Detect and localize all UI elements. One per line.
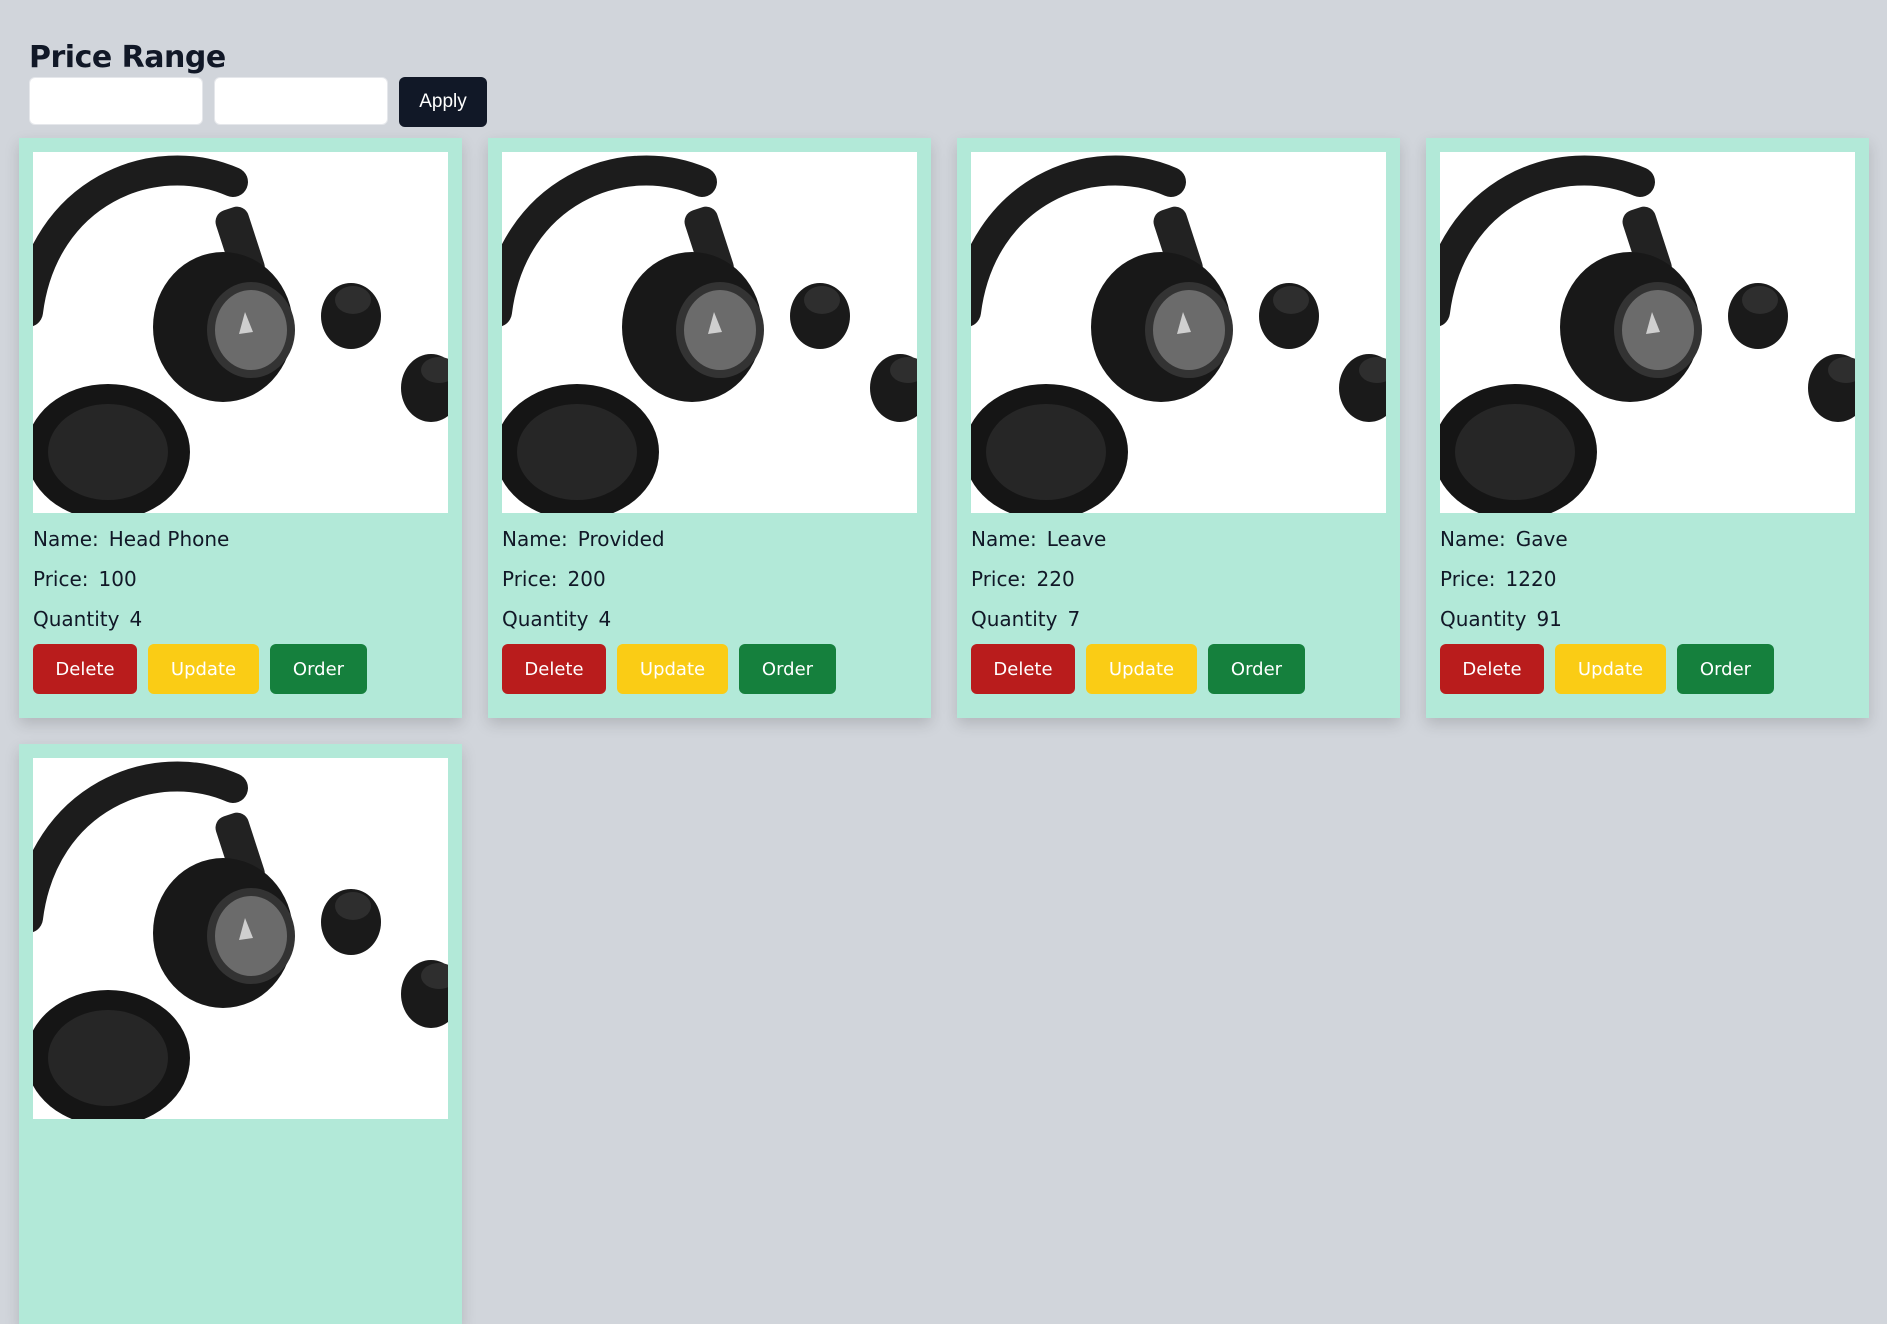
product-image	[502, 152, 917, 513]
headphones-image-icon	[1440, 155, 1855, 513]
product-price-line: Price: 200	[502, 565, 917, 593]
product-name-line: Name: Leave	[971, 525, 1386, 553]
product-card: Name: Gave Price: 1220 Quantity 91 Delete U…	[1426, 138, 1869, 718]
product-price: 100	[98, 567, 137, 591]
product-quantity: 91	[1536, 607, 1562, 631]
product-image	[971, 152, 1386, 513]
product-quantity: 4	[129, 607, 143, 631]
order-button[interactable]: Order	[270, 644, 367, 694]
price-label: Price:	[33, 567, 89, 591]
product-grid: Name: Head Phone Price: 100 Quantity 4 Dele…	[19, 138, 1869, 1324]
name-label: Name:	[971, 527, 1037, 551]
product-price: 220	[1036, 567, 1075, 591]
product-image	[33, 152, 448, 513]
card-actions: Delete Update Order	[502, 644, 917, 694]
product-price-line: Price: 1220	[1440, 565, 1855, 593]
product-image	[1440, 152, 1855, 513]
delete-button[interactable]: Delete	[502, 644, 606, 694]
name-label: Name:	[33, 527, 99, 551]
product-card: Name: Provided Price: 200 Quantity 4 Delete…	[488, 138, 931, 718]
product-name-line: Name: Head Phone	[33, 525, 448, 553]
price-filter-row: Apply	[29, 77, 487, 127]
update-button[interactable]: Update	[617, 644, 728, 694]
product-name: Gave	[1515, 527, 1568, 551]
product-name-line: Name: Gave	[1440, 525, 1855, 553]
product-name: Leave	[1046, 527, 1107, 551]
product-price: 1220	[1505, 567, 1557, 591]
product-price: 200	[567, 567, 606, 591]
order-button[interactable]: Order	[1208, 644, 1305, 694]
product-quantity-line: Quantity 7	[971, 605, 1386, 633]
update-button[interactable]: Update	[1555, 644, 1666, 694]
quantity-label: Quantity	[33, 607, 120, 631]
headphones-image-icon	[33, 155, 448, 513]
min-price-input[interactable]	[29, 77, 203, 125]
quantity-label: Quantity	[1440, 607, 1527, 631]
name-label: Name:	[502, 527, 568, 551]
price-label: Price:	[502, 567, 558, 591]
delete-button[interactable]: Delete	[971, 644, 1075, 694]
update-button[interactable]: Update	[1086, 644, 1197, 694]
delete-button[interactable]: Delete	[1440, 644, 1544, 694]
price-label: Price:	[1440, 567, 1496, 591]
card-actions: Delete Update Order	[1440, 644, 1855, 694]
update-button[interactable]: Update	[148, 644, 259, 694]
headphones-image-icon	[502, 155, 917, 513]
product-price-line: Price: 220	[971, 565, 1386, 593]
price-range-title: Price Range	[29, 40, 226, 75]
product-name: Head Phone	[108, 527, 230, 551]
product-quantity-line: Quantity 4	[502, 605, 917, 633]
name-label: Name:	[1440, 527, 1506, 551]
delete-button[interactable]: Delete	[33, 644, 137, 694]
quantity-label: Quantity	[502, 607, 589, 631]
card-actions: Delete Update Order	[33, 644, 448, 694]
product-card	[19, 744, 462, 1324]
product-price-line: Price: 100	[33, 565, 448, 593]
quantity-label: Quantity	[971, 607, 1058, 631]
headphones-image-icon	[971, 155, 1386, 513]
product-quantity-line: Quantity 4	[33, 605, 448, 633]
price-label: Price:	[971, 567, 1027, 591]
product-card: Name: Leave Price: 220 Quantity 7 Delete Up…	[957, 138, 1400, 718]
product-quantity: 7	[1067, 607, 1081, 631]
order-button[interactable]: Order	[1677, 644, 1774, 694]
product-quantity: 4	[598, 607, 612, 631]
order-button[interactable]: Order	[739, 644, 836, 694]
product-quantity-line: Quantity 91	[1440, 605, 1855, 633]
max-price-input[interactable]	[214, 77, 388, 125]
card-actions: Delete Update Order	[971, 644, 1386, 694]
price-filter: Price Range Apply	[29, 40, 487, 127]
product-name: Provided	[577, 527, 665, 551]
product-card: Name: Head Phone Price: 100 Quantity 4 Dele…	[19, 138, 462, 718]
product-image	[33, 758, 448, 1119]
headphones-image-icon	[33, 761, 448, 1119]
product-name-line: Name: Provided	[502, 525, 917, 553]
apply-button[interactable]: Apply	[399, 77, 487, 127]
